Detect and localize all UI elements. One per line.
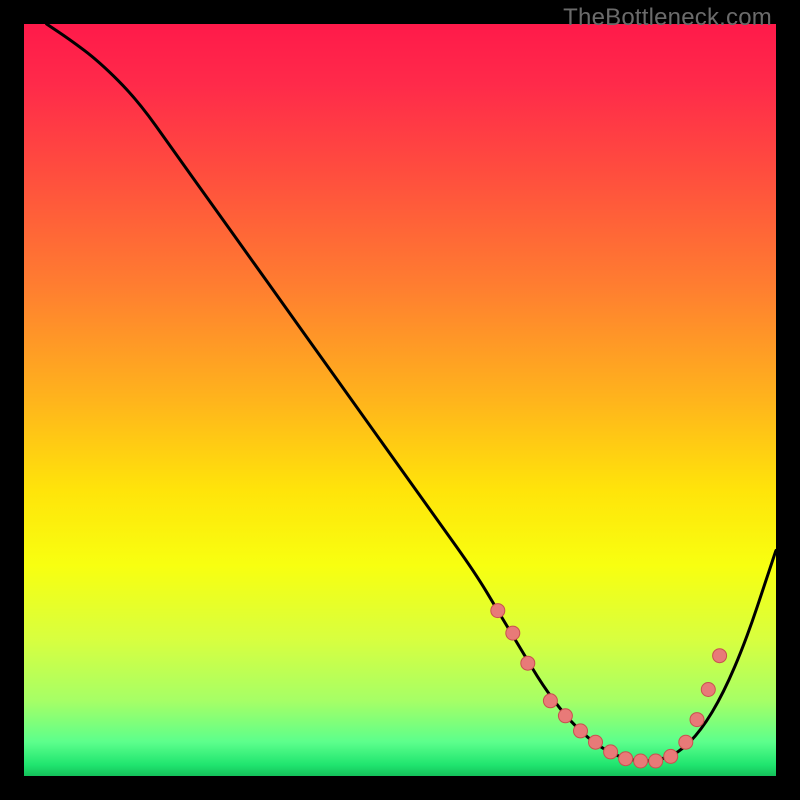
chart-frame <box>24 24 776 776</box>
highlight-dot <box>679 735 693 749</box>
highlight-dot <box>713 649 727 663</box>
watermark-text: TheBottleneck.com <box>563 4 772 32</box>
highlight-dot <box>634 754 648 768</box>
highlight-dot <box>649 754 663 768</box>
highlight-dot <box>491 604 505 618</box>
highlight-dot <box>574 724 588 738</box>
chart-svg <box>24 24 776 776</box>
gradient-rect <box>24 24 776 776</box>
highlight-dot <box>558 709 572 723</box>
highlight-dot <box>543 694 557 708</box>
highlight-dot <box>604 745 618 759</box>
highlight-dot <box>506 626 520 640</box>
highlight-dot <box>521 656 535 670</box>
highlight-dot <box>690 713 704 727</box>
highlight-dot <box>589 735 603 749</box>
highlight-dot <box>701 683 715 697</box>
highlight-dot <box>619 752 633 766</box>
highlight-dot <box>664 749 678 763</box>
